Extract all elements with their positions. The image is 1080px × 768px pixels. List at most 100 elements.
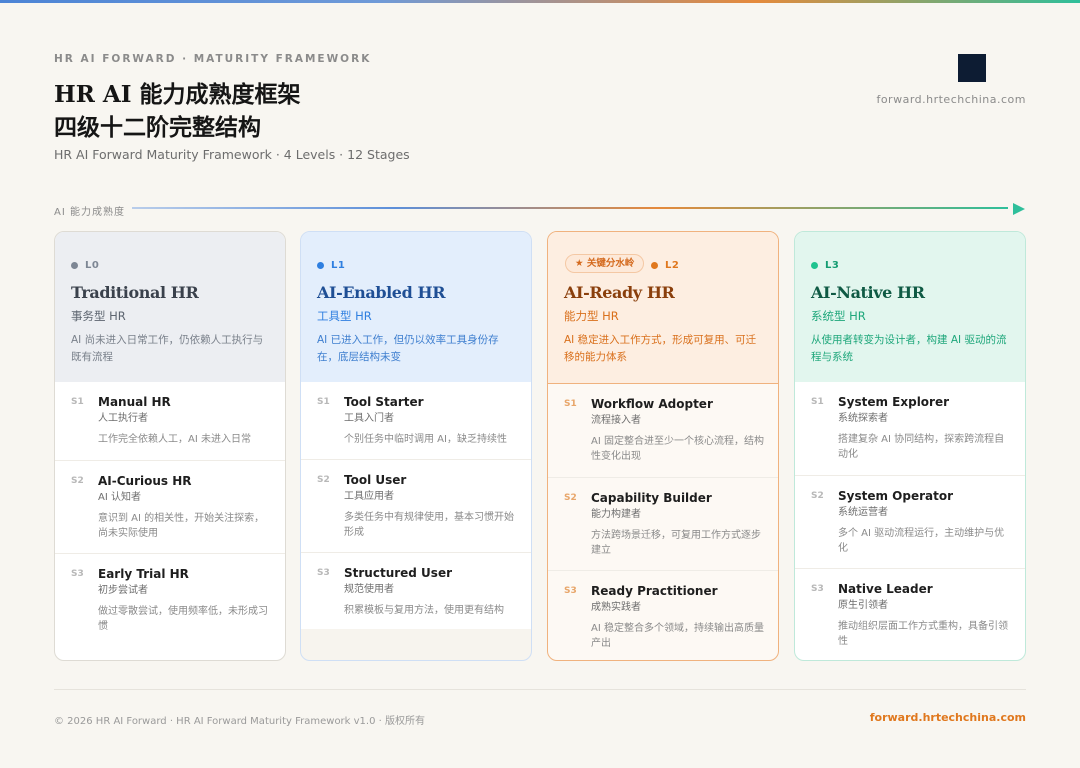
level-code: L0: [85, 259, 100, 271]
stage-cn-name: 规范使用者: [344, 584, 394, 595]
level-dot-icon: [651, 261, 658, 269]
stage-list: S1 Workflow Adopter 流程接入者 AI 固定整合进至少一个核心…: [548, 384, 778, 660]
key-watershed-badge: ★ 关键分水岭: [565, 254, 645, 273]
level-subtitle: 系统型 HR: [811, 309, 866, 323]
stage-item: S1 System Explorer 系统探索者 搭建复杂 AI 协同结构，探索…: [795, 382, 1025, 475]
stage-number: S3: [71, 569, 84, 579]
brand-logo: [958, 54, 986, 82]
level-description: AI 已进入工作，但仍以效率工具身份存在，底层结构未变: [317, 334, 499, 363]
level-card-l2: ★ 关键分水岭 L2 AI-Ready HR 能力型 HR AI 稳定进入工作方…: [547, 231, 779, 661]
page-subtitle: HR AI Forward Maturity Framework · 4 Lev…: [54, 147, 410, 162]
stage-item: S2 System Operator 系统运营者 多个 AI 驱动流程运行，主动…: [795, 475, 1025, 568]
stage-description: 方法跨场景迁移，可复用工作方式逐步建立: [591, 530, 761, 556]
level-indicator: L0: [71, 258, 269, 272]
stage-cn-name: 人工执行者: [98, 413, 148, 424]
stage-item: S1 Workflow Adopter 流程接入者 AI 固定整合进至少一个核心…: [548, 384, 778, 477]
stage-item: S3 Structured User 规范使用者 积累模板与复用方法，使用更有结…: [301, 552, 531, 629]
footer-copyright: © 2026 HR AI Forward · HR AI Forward Mat…: [54, 716, 425, 727]
level-card-header: L1 AI-Enabled HR 工具型 HR AI 已进入工作，但仍以效率工具…: [301, 232, 531, 382]
stage-item: S3 Native Leader 原生引领者 推动组织层面工作方式重构，具备引领…: [795, 568, 1025, 660]
stage-item: S3 Early Trial HR 初步尝试者 做过零散尝试，使用频率低，未形成…: [55, 553, 285, 646]
stage-cn-name: 系统运营者: [838, 507, 888, 518]
stage-cn-name: 工具入门者: [344, 413, 394, 424]
stage-item: S1 Tool Starter 工具入门者 个别任务中临时调用 AI，缺乏持续性: [301, 382, 531, 459]
stage-description: 做过零散尝试，使用频率低，未形成习惯: [98, 606, 268, 632]
stage-description: 多类任务中有规律使用，基本习惯开始形成: [344, 512, 514, 538]
level-subtitle: 事务型 HR: [71, 309, 126, 323]
level-subtitle: 能力型 HR: [564, 309, 619, 323]
level-card-header: ★ 关键分水岭 L2 AI-Ready HR 能力型 HR AI 稳定进入工作方…: [548, 232, 778, 384]
stage-list: S1 System Explorer 系统探索者 搭建复杂 AI 协同结构，探索…: [795, 382, 1025, 660]
stage-name: Early Trial HR: [98, 567, 189, 581]
page-title-line-1: HR AI 能力成熟度框架: [54, 81, 301, 108]
level-subtitle: 工具型 HR: [317, 309, 372, 323]
stage-name: System Operator: [838, 489, 954, 503]
maturity-axis-line: [132, 207, 1008, 209]
stage-description: 积累模板与复用方法，使用更有结构: [344, 605, 504, 616]
footer-divider: [54, 689, 1026, 690]
stage-cn-name: 初步尝试者: [98, 585, 148, 596]
level-card-header: L3 AI-Native HR 系统型 HR 从使用者转变为设计者，构建 AI …: [795, 232, 1025, 382]
stage-description: 搭建复杂 AI 协同结构，探索跨流程自动化: [838, 434, 1005, 460]
stage-name: Tool User: [344, 473, 407, 487]
level-indicator: L3: [811, 258, 1009, 272]
stage-number: S1: [811, 397, 824, 407]
level-card-l3: L3 AI-Native HR 系统型 HR 从使用者转变为设计者，构建 AI …: [794, 231, 1026, 661]
level-indicator: L1: [317, 258, 515, 272]
stage-name: Workflow Adopter: [591, 397, 713, 411]
stage-list: S1 Tool Starter 工具入门者 个别任务中临时调用 AI，缺乏持续性…: [301, 382, 531, 629]
stage-cn-name: 流程接入者: [591, 415, 641, 426]
level-code: L2: [665, 259, 680, 271]
stage-name: Capability Builder: [591, 491, 712, 505]
page-title: HR AI 能力成熟度框架 四级十二阶完整结构: [54, 78, 300, 144]
stage-item: S2 AI-Curious HR AI 认知者 意识到 AI 的相关性，开始关注…: [55, 460, 285, 553]
stage-cn-name: 工具应用者: [344, 491, 394, 502]
header-site-link[interactable]: forward.hrtechchina.com: [876, 93, 1026, 106]
top-gradient-bar: [0, 0, 1080, 3]
stage-cn-name: AI 认知者: [98, 492, 141, 503]
stage-number: S2: [564, 493, 577, 503]
stage-name: Structured User: [344, 566, 452, 580]
stage-cn-name: 原生引领者: [838, 600, 888, 611]
level-title: AI-Native HR: [811, 283, 925, 302]
stage-number: S2: [71, 476, 84, 486]
level-card-header: L0 Traditional HR 事务型 HR AI 尚未进入日常工作，仍依赖…: [55, 232, 285, 382]
page-title-line-2: 四级十二阶完整结构: [54, 114, 261, 141]
stage-cn-name: 系统探索者: [838, 413, 888, 424]
stage-number: S3: [317, 568, 330, 578]
level-title: AI-Enabled HR: [317, 283, 446, 302]
stage-number: S3: [564, 586, 577, 596]
level-card-l1: L1 AI-Enabled HR 工具型 HR AI 已进入工作，但仍以效率工具…: [300, 231, 532, 661]
footer-site-link[interactable]: forward.hrtechchina.com: [870, 711, 1026, 724]
stage-cn-name: 能力构建者: [591, 509, 641, 520]
stage-description: 多个 AI 驱动流程运行，主动维护与优化: [838, 528, 1005, 554]
stage-number: S1: [317, 397, 330, 407]
stage-number: S1: [71, 397, 84, 407]
level-description: 从使用者转变为设计者，构建 AI 驱动的流程与系统: [811, 334, 1007, 363]
level-description: AI 稳定进入工作方式，形成可复用、可迁移的能力体系: [564, 334, 757, 363]
maturity-axis-label: AI 能力成熟度: [54, 207, 125, 218]
stage-description: 工作完全依赖人工，AI 未进入日常: [98, 434, 251, 445]
stage-cn-name: 成熟实践者: [591, 602, 641, 613]
stage-item: S1 Manual HR 人工执行者 工作完全依赖人工，AI 未进入日常: [55, 382, 285, 460]
stage-name: Manual HR: [98, 395, 171, 409]
stage-number: S1: [564, 399, 577, 409]
eyebrow-label: HR AI FORWARD · MATURITY FRAMEWORK: [54, 53, 372, 65]
stage-number: S2: [317, 475, 330, 485]
maturity-axis-arrow-icon: [1013, 203, 1025, 215]
stage-name: Tool Starter: [344, 395, 424, 409]
level-dot-icon: [811, 261, 818, 269]
stage-name: AI-Curious HR: [98, 474, 192, 488]
level-dot-icon: [317, 261, 324, 269]
stage-list: S1 Manual HR 人工执行者 工作完全依赖人工，AI 未进入日常 S2 …: [55, 382, 285, 646]
stage-name: Native Leader: [838, 582, 933, 596]
level-indicator: L2: [651, 258, 762, 272]
stage-item: S3 Ready Practitioner 成熟实践者 AI 稳定整合多个领域，…: [548, 570, 778, 660]
stage-number: S2: [811, 491, 824, 501]
level-code: L3: [825, 259, 840, 271]
level-code: L1: [331, 259, 346, 271]
level-dot-icon: [71, 261, 78, 269]
stage-description: AI 固定整合进至少一个核心流程，结构性变化出现: [591, 436, 764, 462]
stage-number: S3: [811, 584, 824, 594]
stage-description: 个别任务中临时调用 AI，缺乏持续性: [344, 434, 507, 445]
